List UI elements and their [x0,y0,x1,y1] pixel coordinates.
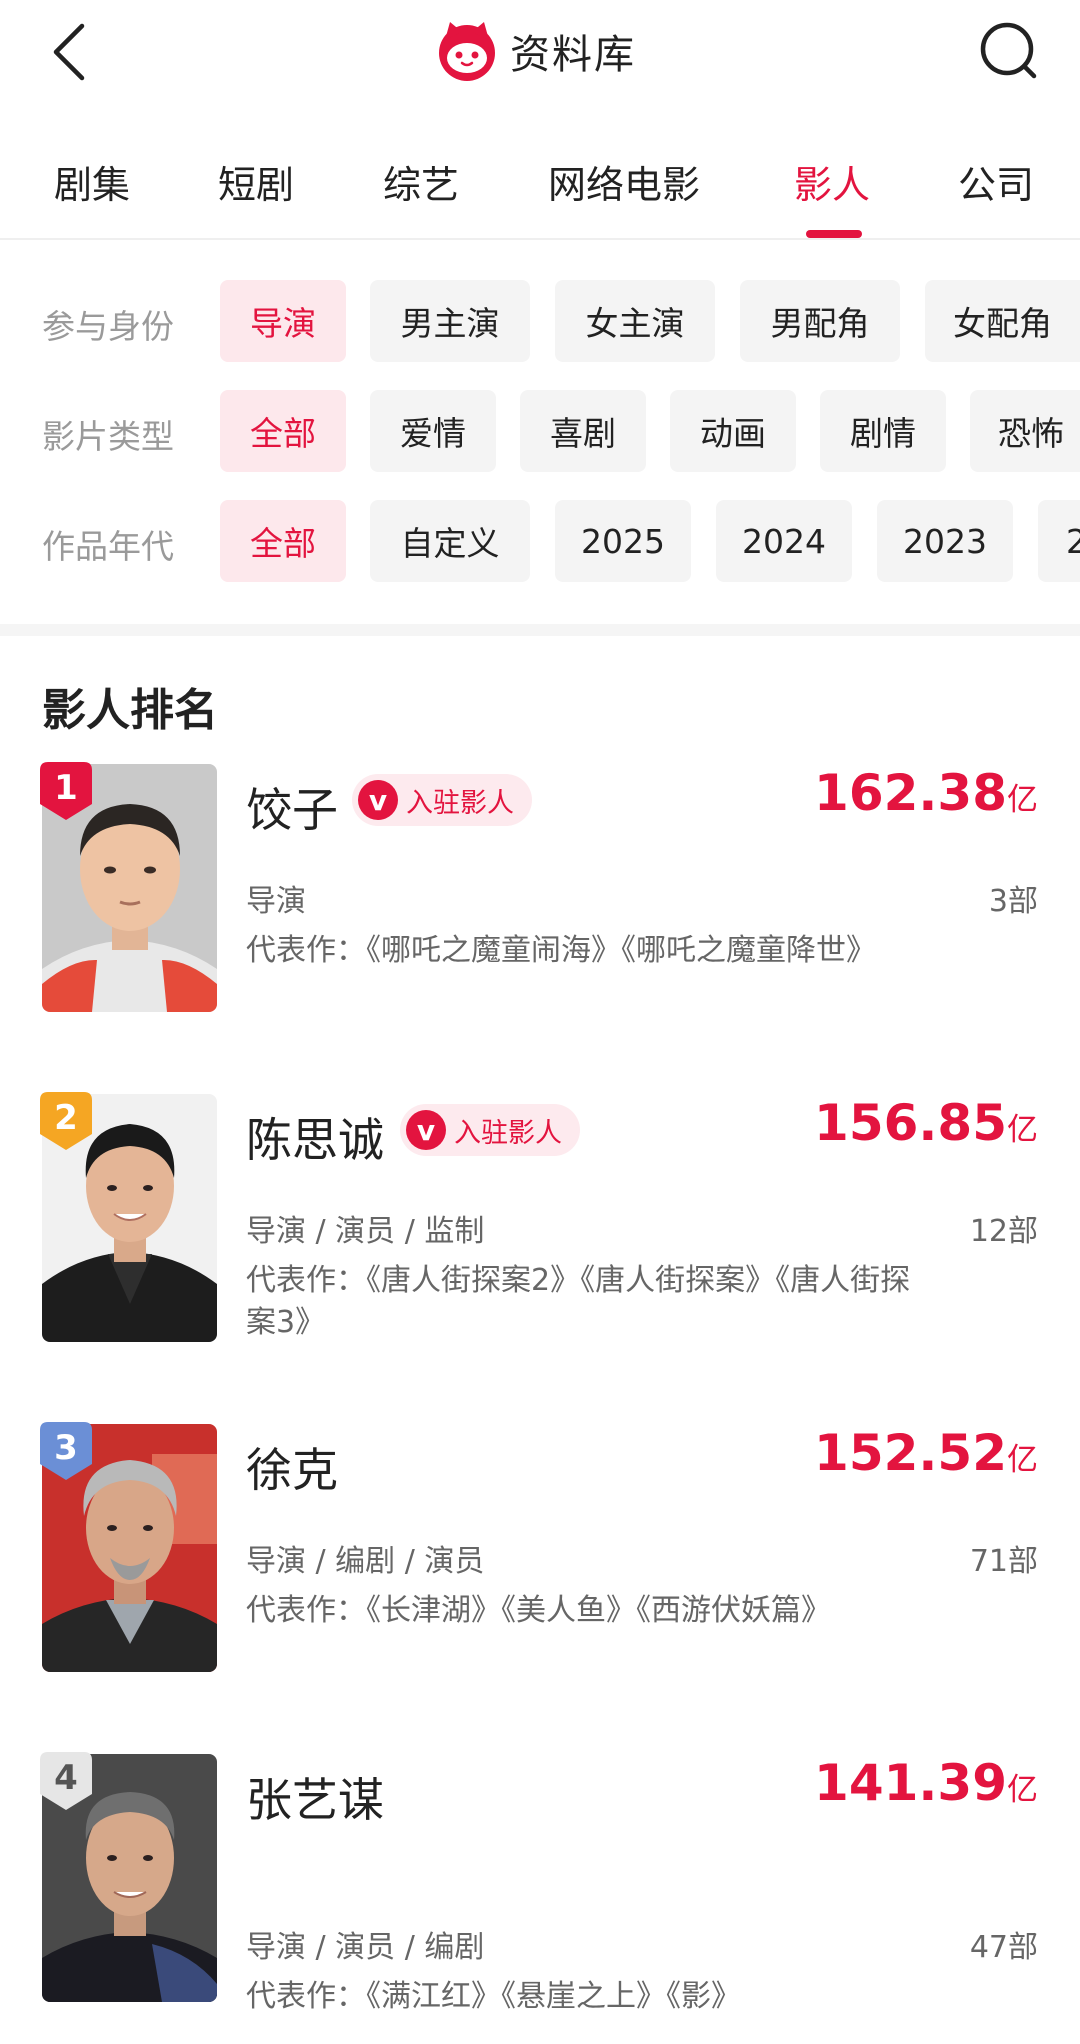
filter-chip-comedy[interactable]: 喜剧 [520,390,646,472]
works-count: 71部 [969,1544,1038,1579]
active-tab-indicator [806,230,862,238]
filter-chip-animation[interactable]: 动画 [670,390,796,472]
filter-row-genre: 影片类型 全部 爱情 喜剧 动画 剧情 恐怖 [0,390,1080,472]
ranking-item[interactable]: 2 陈思诚 v 入驻影人 156.85亿 导演 / 演员 / 监制 12部 代表… [0,1092,1080,1394]
box-office-value: 162.38 [814,764,1007,822]
person-name[interactable]: 陈思诚 [246,1104,384,1170]
verified-v-icon: v [406,1110,446,1150]
box-office-unit: 亿 [1007,1112,1038,1148]
box-office-unit: 亿 [1007,1442,1038,1478]
verified-v-icon: v [358,780,398,820]
box-office-unit: 亿 [1007,1772,1038,1808]
verified-label: 入驻影人 [454,1117,562,1149]
works-count: 12部 [969,1214,1038,1249]
box-office-value: 156.85 [814,1094,1007,1152]
filter-chip-supporting-actress[interactable]: 女配角 [925,280,1080,362]
tabs-divider [0,238,1080,240]
filter-chip-director[interactable]: 导演 [220,280,346,362]
box-office-value: 141.39 [814,1754,1007,1812]
ranking-item[interactable]: 3 徐克 152.52亿 导演 / 编剧 / 演员 71部 代表作：《长津湖》《… [0,1422,1080,1724]
person-roles: 导演 / 编剧 / 演员 [246,1544,485,1579]
person-name[interactable]: 饺子 [246,774,338,840]
rank-number: 3 [54,1428,78,1468]
tab-web-movie[interactable]: 网络电影 [548,154,700,209]
box-office: 141.39亿 [814,1754,1038,1812]
person-roles: 导演 / 演员 / 监制 [246,1214,485,1249]
filter-chip-2023[interactable]: 2023 [877,500,1013,582]
person-roles: 导演 / 演员 / 编剧 [246,1930,485,1965]
header: 资料库 [0,0,1080,104]
filter-label-genre: 影片类型 [42,417,174,456]
filter-row-identity: 参与身份 导演 男主演 女主演 男配角 女配角 [0,280,1080,362]
representative-works: 代表作：《满江红》《悬崖之上》《影》 [246,1979,741,2014]
tab-filmmakers[interactable]: 影人 [794,154,870,209]
filter-row-era: 作品年代 全部 自定义 2025 2024 2023 2 [0,500,1080,582]
ranking-item[interactable]: 4 张艺谋 141.39亿 导演 / 演员 / 编剧 47部 代表作：《满江红》… [0,1752,1080,2044]
box-office: 152.52亿 [814,1424,1038,1482]
section-divider [0,624,1080,636]
ranking-title: 影人排名 [42,685,218,736]
page-title: 资料库 [510,32,636,78]
representative-works: 代表作：《哪吒之魔童闹海》《哪吒之魔童降世》 [246,933,876,968]
tab-variety[interactable]: 综艺 [383,154,459,209]
person-roles: 导演 [246,884,306,919]
filter-chip-custom[interactable]: 自定义 [370,500,530,582]
filter-chip-2025[interactable]: 2025 [555,500,691,582]
box-office-value: 152.52 [814,1424,1007,1482]
box-office: 156.85亿 [814,1094,1038,1152]
rank-number: 4 [54,1758,78,1798]
representative-works: 代表作：《唐人街探案2》《唐人街探案》《唐人街探案3》 [246,1263,911,1340]
rank-number: 2 [54,1098,78,1138]
person-name[interactable]: 徐克 [246,1434,338,1500]
search-icon[interactable] [978,20,1042,84]
ranking-item[interactable]: 1 饺子 v 入驻影人 162.38亿 导演 3部 代表作：《哪吒之魔童闹海》《… [0,762,1080,1064]
verified-badge: v 入驻影人 [352,774,532,826]
chevron-left-icon[interactable] [46,20,106,84]
box-office: 162.38亿 [814,764,1038,822]
tab-series[interactable]: 剧集 [54,154,130,209]
filter-chip-2024[interactable]: 2024 [716,500,852,582]
filter-label-era: 作品年代 [42,527,174,566]
filter-chip-all-years[interactable]: 全部 [220,500,346,582]
filter-chip-2022-partial[interactable]: 2 [1038,500,1080,582]
person-name[interactable]: 张艺谋 [246,1764,384,1830]
filter-chip-romance[interactable]: 爱情 [370,390,496,472]
box-office-unit: 亿 [1007,782,1038,818]
representative-works: 代表作：《长津湖》《美人鱼》《西游伏妖篇》 [246,1593,831,1628]
verified-label: 入驻影人 [406,787,514,819]
filter-chip-horror[interactable]: 恐怖 [970,390,1080,472]
works-count: 47部 [969,1930,1038,1965]
filter-chip-lead-actor[interactable]: 男主演 [370,280,530,362]
filter-label-identity: 参与身份 [42,307,174,346]
category-tabs: 剧集 短剧 综艺 网络电影 影人 公司 [0,132,1080,240]
tab-company[interactable]: 公司 [958,154,1034,209]
verified-badge: v 入驻影人 [400,1104,580,1156]
works-count: 3部 [988,884,1038,919]
tab-short-drama[interactable]: 短剧 [218,154,294,209]
filter-chip-all-genres[interactable]: 全部 [220,390,346,472]
filter-chip-supporting-actor[interactable]: 男配角 [740,280,900,362]
cat-logo-icon [439,22,495,81]
rank-number: 1 [54,768,78,808]
header-title-group: 资料库 [436,16,636,86]
filter-chip-lead-actress[interactable]: 女主演 [555,280,715,362]
filter-chip-drama[interactable]: 剧情 [820,390,946,472]
